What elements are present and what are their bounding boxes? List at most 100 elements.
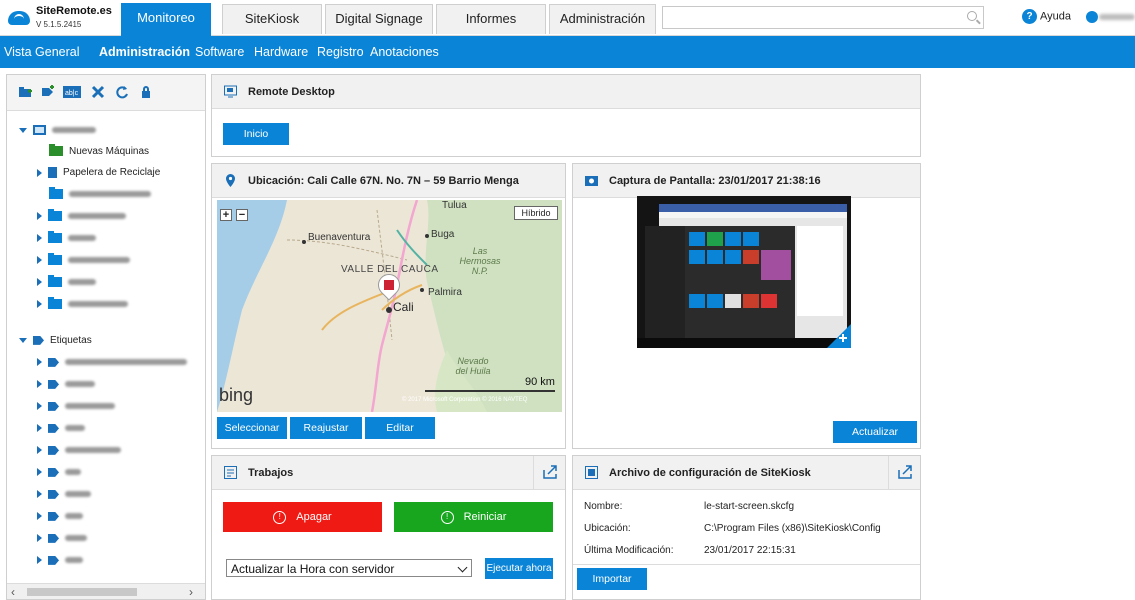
zoom-in-button[interactable]: + — [220, 209, 232, 221]
expand-icon[interactable] — [37, 468, 42, 477]
collapse-icon[interactable] — [19, 337, 27, 343]
expand-icon[interactable] — [37, 212, 42, 221]
chevron-down-icon[interactable] — [457, 562, 468, 573]
expand-icon[interactable] — [37, 402, 42, 411]
subnav-hardware[interactable]: Hardware — [254, 45, 308, 59]
zoom-out-button[interactable]: − — [236, 209, 248, 221]
select-location-button[interactable]: Seleccionar — [217, 417, 287, 439]
redacted-label — [65, 403, 115, 410]
horizontal-scrollbar[interactable]: ‹ › — [7, 583, 205, 599]
tree-tag-item[interactable] — [37, 357, 187, 373]
screenshot-thumbnail[interactable] — [637, 196, 851, 348]
tree-item-recycle-bin[interactable]: Papelera de Reciclaje — [37, 167, 160, 183]
scroll-left-icon[interactable]: ‹ — [11, 585, 15, 599]
tree-tag-item[interactable] — [37, 423, 85, 439]
subnav-administracion[interactable]: Administración — [99, 45, 190, 59]
redacted-label — [68, 213, 126, 220]
tab-monitoreo[interactable]: Monitoreo — [121, 3, 211, 36]
tree-tag-item[interactable] — [37, 533, 87, 549]
folder-icon — [48, 253, 62, 266]
redacted-label — [65, 491, 91, 498]
help-label: Ayuda — [1040, 10, 1071, 23]
location-panel: Ubicación: Cali Calle 67N. No. 7N – 59 B… — [211, 163, 566, 449]
tree-item-new-machines[interactable]: Nuevas Máquinas — [49, 144, 149, 162]
expand-icon[interactable] — [37, 278, 42, 287]
tag-icon — [48, 489, 59, 499]
rename-icon[interactable]: ab|c — [63, 85, 81, 99]
collapse-icon[interactable] — [19, 127, 27, 133]
edit-location-button[interactable]: Editar — [365, 417, 435, 439]
search-icon[interactable] — [967, 11, 977, 21]
tree-item[interactable] — [49, 187, 151, 205]
jobs-icon — [224, 466, 237, 479]
tree-tag-item[interactable] — [37, 401, 115, 417]
jobs-panel: Trabajos ! Apagar ! Reiniciar Actualizar l… — [211, 455, 566, 600]
camera-icon — [585, 176, 598, 186]
new-folder-icon[interactable] — [19, 85, 33, 99]
expand-icon[interactable] — [37, 380, 42, 389]
redacted-label — [65, 359, 187, 366]
add-tag-icon[interactable] — [41, 85, 55, 99]
tree-item[interactable] — [37, 231, 96, 249]
tree-tag-item[interactable] — [37, 445, 121, 461]
app-logo[interactable]: SiteRemote.es V 5.1.5.2415 — [6, 3, 121, 33]
expand-icon[interactable] — [37, 168, 42, 177]
open-config-button[interactable] — [888, 456, 920, 489]
expand-icon[interactable] — [37, 424, 42, 433]
subnav-anotaciones[interactable]: Anotaciones — [370, 45, 439, 59]
help-link[interactable]: ? Ayuda — [1022, 9, 1071, 25]
tab-informes[interactable]: Informes — [436, 4, 546, 34]
scroll-right-icon[interactable]: › — [189, 585, 193, 599]
expand-icon[interactable] — [37, 358, 42, 367]
tree-tags-root[interactable]: Etiquetas — [19, 335, 92, 351]
expand-icon[interactable] — [37, 446, 42, 455]
subnav-vista-general[interactable]: Vista General — [4, 45, 80, 59]
shutdown-button[interactable]: ! Apagar — [223, 502, 382, 532]
open-jobs-button[interactable] — [533, 456, 565, 489]
lock-icon[interactable] — [139, 85, 153, 99]
folder-icon — [48, 275, 62, 288]
restart-button[interactable]: ! Reiniciar — [394, 502, 553, 532]
expand-icon[interactable] — [37, 256, 42, 265]
import-button[interactable]: Importar — [577, 568, 647, 590]
delete-icon[interactable] — [91, 85, 105, 99]
expand-icon[interactable] — [37, 490, 42, 499]
panel-header: Trabajos — [212, 456, 565, 490]
job-select[interactable]: Actualizar la Hora con servidor — [226, 559, 472, 577]
tree-root[interactable] — [19, 125, 96, 141]
folder-icon — [48, 209, 62, 222]
hybrid-view-button[interactable]: Híbrido — [514, 206, 558, 220]
tab-digital-signage[interactable]: Digital Signage — [325, 4, 433, 34]
tab-sitekiosk[interactable]: SiteKiosk — [222, 4, 322, 34]
tree-item[interactable] — [37, 253, 130, 271]
tree-tag-item[interactable] — [37, 555, 83, 571]
tree-tag-item[interactable] — [37, 489, 91, 505]
tab-administracion[interactable]: Administración — [549, 4, 656, 34]
expand-icon[interactable] — [37, 534, 42, 543]
user-menu[interactable] — [1086, 10, 1135, 24]
panel-title: Captura de Pantalla: 23/01/2017 21:38:16 — [609, 175, 821, 187]
search-input[interactable] — [662, 6, 984, 29]
map-label: Buenaventura — [308, 232, 371, 243]
subnav-software[interactable]: Software — [195, 45, 244, 59]
tree-tag-item[interactable] — [37, 379, 95, 395]
expand-icon[interactable] — [37, 556, 42, 565]
subnav-registro[interactable]: Registro — [317, 45, 364, 59]
tree-item[interactable] — [37, 275, 96, 293]
tree-item[interactable] — [37, 297, 128, 315]
tag-icon — [33, 335, 44, 345]
expand-icon[interactable] — [37, 300, 42, 309]
run-now-button[interactable]: Ejecutar ahora — [485, 558, 553, 579]
tree-tag-item[interactable] — [37, 467, 81, 483]
map[interactable]: + − Híbrido Tulua Buga Buenaventura VALL… — [217, 200, 562, 412]
scrollbar-thumb[interactable] — [27, 588, 137, 596]
expand-icon[interactable] — [37, 512, 42, 521]
refresh-screenshot-button[interactable]: Actualizar — [833, 421, 917, 443]
refresh-icon[interactable] — [115, 85, 129, 99]
job-select-value: Actualizar la Hora con servidor — [231, 562, 395, 576]
expand-icon[interactable] — [37, 234, 42, 243]
readjust-location-button[interactable]: Reajustar — [290, 417, 362, 439]
tree-tag-item[interactable] — [37, 511, 83, 527]
tree-item[interactable] — [37, 209, 126, 227]
start-remote-button[interactable]: Inicio — [223, 123, 289, 145]
